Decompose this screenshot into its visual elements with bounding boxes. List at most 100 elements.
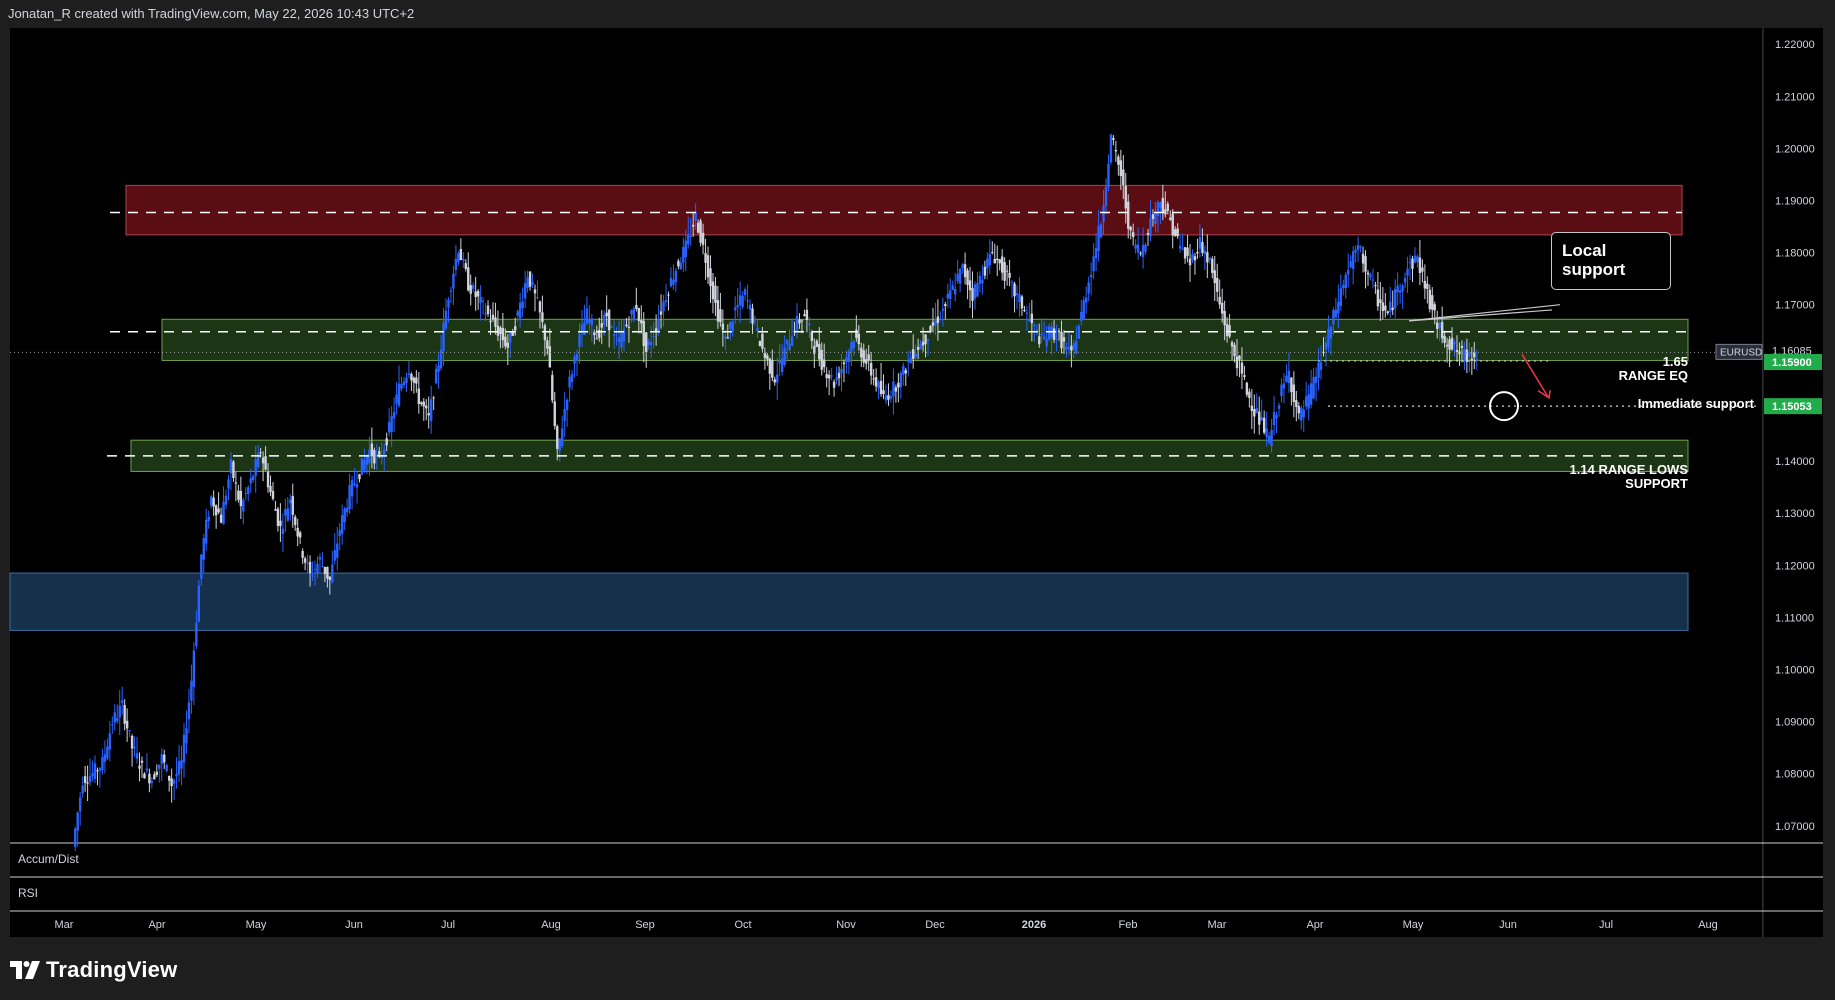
candle-body: [711, 281, 715, 300]
candle-body: [93, 763, 97, 779]
candle-body: [1421, 267, 1424, 272]
candle-body: [1139, 252, 1142, 254]
candle-body: [163, 754, 166, 763]
candle-body: [543, 325, 547, 341]
candle-body: [276, 508, 280, 526]
candle-body: [1300, 407, 1303, 421]
candle-body: [200, 554, 203, 579]
candle-body: [1381, 302, 1385, 312]
candle-body: [902, 365, 905, 375]
candle-body: [499, 327, 502, 335]
x-tick-label: Nov: [836, 919, 856, 931]
candle-body: [385, 438, 388, 446]
candle-body: [1460, 345, 1464, 348]
candle-body: [919, 344, 922, 350]
candle-body: [746, 300, 749, 302]
x-tick-label: Dec: [925, 919, 945, 931]
candle-body: [1361, 253, 1365, 264]
candle-body: [724, 336, 727, 339]
candle-body: [1398, 290, 1402, 293]
candle-body: [1319, 362, 1323, 370]
candle-body: [743, 289, 747, 296]
candle-body: [939, 318, 942, 320]
candle-body: [1151, 214, 1155, 219]
candle-body: [1136, 244, 1140, 253]
candle-body: [647, 341, 650, 346]
candle-body: [736, 304, 739, 308]
candle-body: [1131, 232, 1135, 238]
candle-body: [751, 308, 754, 324]
candle-body: [1075, 340, 1078, 354]
candle-body: [649, 342, 653, 345]
candle-body: [274, 509, 277, 511]
x-tick-label: Sep: [635, 919, 655, 931]
candle-body: [308, 561, 312, 573]
candle-body: [254, 459, 257, 476]
candle-body: [588, 319, 591, 323]
candle-body: [407, 373, 411, 375]
candle-body: [850, 342, 853, 352]
candle-body: [474, 291, 477, 297]
accum-dist-label[interactable]: Accum/Dist: [18, 852, 79, 866]
y-tick-label: 1.10000: [1775, 664, 1815, 676]
local-support-text: Local support: [1562, 241, 1626, 279]
y-tick-label: 1.17000: [1775, 300, 1815, 312]
candle-body: [1351, 251, 1355, 269]
candle-body: [788, 343, 791, 351]
candle-body: [1124, 185, 1127, 209]
candle-body: [1107, 163, 1110, 188]
candle-body: [835, 377, 838, 381]
candle-body: [1272, 412, 1276, 426]
candle-body: [306, 562, 309, 564]
candle-body: [1386, 311, 1389, 314]
candle-body: [1443, 335, 1446, 343]
candle-body: [998, 259, 1001, 264]
candle-body: [773, 379, 776, 383]
candle-body: [911, 349, 915, 359]
candle-body: [1099, 224, 1103, 238]
candle-body: [410, 373, 413, 381]
candle-body: [768, 358, 772, 374]
candle-body: [726, 337, 729, 339]
candle-body: [333, 550, 336, 561]
candle-body: [316, 564, 319, 575]
y-tick-label: 1.21000: [1775, 91, 1815, 103]
candle-body: [874, 377, 878, 387]
candle-body: [1129, 226, 1132, 231]
candle-body: [1393, 288, 1397, 309]
candle-body: [143, 773, 146, 779]
candle-body: [145, 768, 149, 771]
candle-body: [548, 346, 552, 368]
candle-body: [175, 773, 178, 777]
candle-body: [1181, 248, 1184, 250]
candle-body: [761, 333, 764, 349]
candle-body: [358, 474, 361, 480]
candle-body: [128, 730, 131, 732]
candle-body: [86, 782, 89, 784]
candle-body: [541, 312, 544, 323]
candle-body: [971, 288, 974, 301]
candle-body: [1391, 307, 1394, 310]
tradingview-logo[interactable]: TradingView: [10, 956, 177, 984]
candle-body: [1097, 225, 1100, 252]
candle-body: [1426, 283, 1429, 290]
candle-body: [664, 300, 668, 303]
candle-body: [600, 323, 603, 328]
candle-body: [472, 285, 475, 289]
candle-body: [197, 585, 201, 623]
chart-canvas[interactable]: 1.22000 1.21000 1.20000 1.19000 1.18000 1.170…: [0, 0, 1835, 1000]
candle-body: [383, 449, 386, 455]
candle-body: [872, 378, 875, 380]
candle-body: [1374, 285, 1377, 287]
rsi-label[interactable]: RSI: [18, 886, 38, 900]
candle-body: [88, 775, 92, 783]
price-axis-background: [1763, 28, 1823, 937]
candle-body: [536, 297, 539, 299]
candle-body: [125, 720, 129, 729]
candle-body: [506, 342, 510, 348]
candle-body: [1023, 309, 1026, 311]
candle-body: [1164, 209, 1167, 215]
candle-body: [1055, 339, 1058, 341]
candle-body: [583, 322, 586, 335]
immediate-support-label: Immediate support: [1637, 396, 1754, 411]
